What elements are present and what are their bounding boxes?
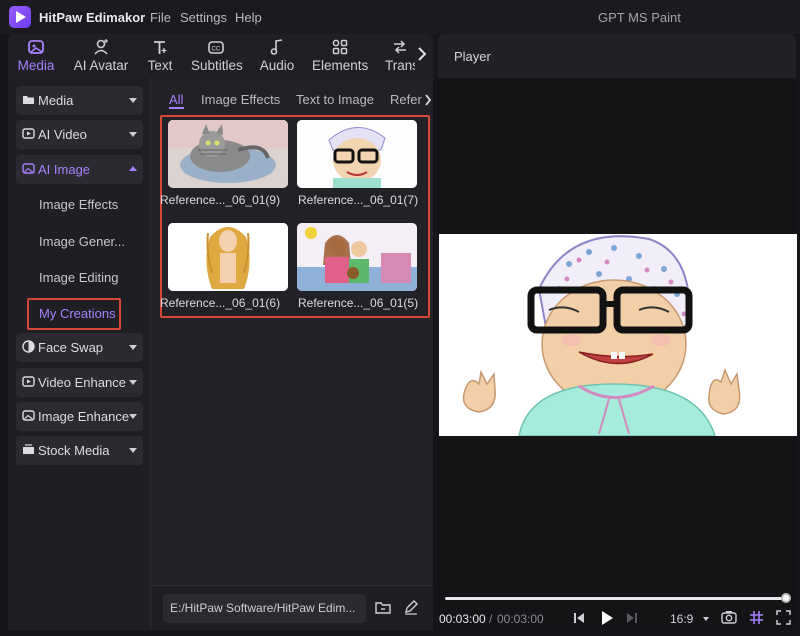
document-title: GPT MS Paint [598,10,681,25]
player-preview[interactable] [439,234,797,436]
svg-text:CC: CC [212,47,221,53]
sidebar-subitem-image-effects[interactable]: Image Effects [39,197,118,212]
menu-settings[interactable]: Settings [180,10,227,25]
subtitles-icon: CC [208,41,224,54]
creation-label: Reference..._06_01(5) [298,296,419,310]
tab-transitions[interactable]: Trans [385,38,415,73]
time-separator: / [489,612,493,626]
text-icon [154,41,167,54]
caret-down-icon [129,132,137,137]
caret-up-icon [129,166,137,171]
caret-down-icon [129,98,137,103]
caret-down-icon[interactable] [703,617,709,621]
creation-thumbnail-cat[interactable] [168,120,288,188]
content-tab-image-effects[interactable]: Image Effects [201,92,280,107]
caret-down-icon [129,345,137,350]
player-header [438,34,796,78]
toolbar: Media AI Avatar Text CC Subtitles Audio … [8,34,433,78]
creation-thumbnail-girl[interactable] [168,223,288,291]
tab-ai-avatar[interactable]: AI Avatar [72,38,130,73]
sidebar-subitem-image-editing[interactable]: Image Editing [39,270,119,285]
ai-video-icon [22,128,35,139]
total-time: 00:03:00 [497,612,544,626]
caret-down-icon [129,414,137,419]
sidebar-subitem-image-generator[interactable]: Image Gener... [39,234,125,249]
save-path-field[interactable]: E:/HitPaw Software/HitPaw Edim... [163,594,366,623]
media-icon [28,40,44,54]
player-title: Player [454,49,491,64]
video-enhance-icon [22,376,35,387]
tab-media[interactable]: Media [16,38,56,73]
sidebar-item-ai-video[interactable]: AI Video [16,120,143,149]
camera-snapshot-icon[interactable] [721,610,737,624]
sidebar-item-video-enhance[interactable]: Video Enhance [16,368,143,397]
menu-file[interactable]: File [150,10,171,25]
aspect-ratio-select[interactable]: 16:9 [670,612,693,626]
chevron-right-icon[interactable] [424,94,432,106]
active-tab-indicator [169,107,184,109]
sidebar-item-ai-image[interactable]: AI Image [16,155,143,184]
tab-subtitles[interactable]: CC Subtitles [191,38,243,73]
edit-pencil-icon[interactable] [403,599,419,615]
title-bar: HitPaw Edimakor File Settings Help GPT M… [0,0,800,34]
avatar-icon [94,39,108,55]
tab-elements[interactable]: Elements [312,38,368,73]
audio-icon [270,39,283,55]
sidebar-subitem-my-creations[interactable]: My Creations [39,306,116,321]
image-enhance-icon [22,410,35,421]
creation-label: Reference..._06_01(7) [298,193,419,207]
creation-label: Reference..._06_01(9) [160,193,281,207]
creation-thumbnail-baby[interactable] [297,120,417,188]
tab-text[interactable]: Text [144,38,176,73]
sidebar-item-stock-media[interactable]: Stock Media [16,436,143,465]
creation-label: Reference..._06_01(6) [160,296,281,310]
fullscreen-icon[interactable] [776,610,791,625]
content-tab-reference[interactable]: Refere [390,92,422,107]
transition-icon [394,40,406,54]
sidebar-item-image-enhance[interactable]: Image Enhance [16,402,143,431]
sidebar-item-face-swap[interactable]: Face Swap [16,333,143,362]
face-swap-icon [22,340,35,353]
folder-open-icon[interactable] [375,600,391,615]
chevron-right-icon[interactable] [417,46,427,62]
previous-frame-icon[interactable] [574,612,584,624]
grid-icon[interactable] [749,610,764,625]
stock-media-icon [23,444,34,454]
app-logo-icon [9,6,31,28]
elements-icon [332,39,348,55]
app-name: HitPaw Edimakor [39,10,146,25]
timeline-scrubber-handle[interactable] [781,593,791,603]
content-tab-text-to-image[interactable]: Text to Image [296,92,374,107]
menu-help[interactable]: Help [235,10,262,25]
tab-audio[interactable]: Audio [259,38,295,73]
play-icon[interactable] [601,611,613,625]
ai-image-icon [22,163,35,174]
folder-icon [23,96,34,104]
creation-thumbnail-family[interactable] [297,223,417,291]
caret-down-icon [129,448,137,453]
timeline-progress[interactable] [445,597,786,600]
caret-down-icon [129,380,137,385]
next-frame-icon[interactable] [627,612,637,624]
content-tab-all[interactable]: All [169,92,183,107]
current-time: 00:03:00 [439,612,486,626]
sidebar-item-media[interactable]: Media [16,86,143,115]
